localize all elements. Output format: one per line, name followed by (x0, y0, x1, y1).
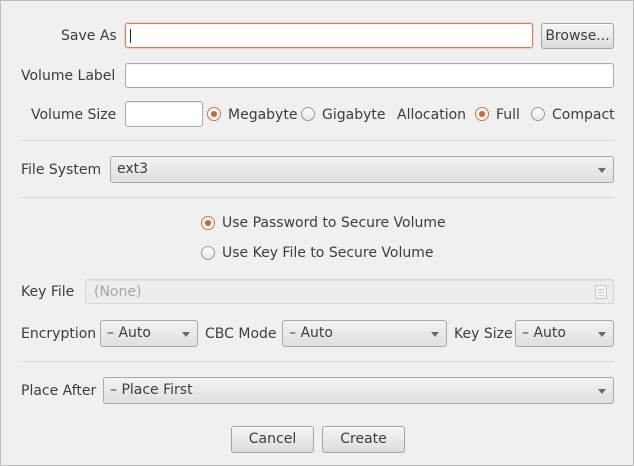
encryption-label: Encryption (21, 326, 97, 342)
megabyte-radio[interactable] (207, 107, 221, 121)
browse-button[interactable]: Browse... (541, 23, 614, 49)
allocation-label: Allocation (397, 107, 467, 123)
create-volume-dialog: Save As Browse... Volume Label Volume Si… (0, 0, 634, 466)
chevron-down-icon (598, 332, 606, 337)
cancel-button[interactable]: Cancel (231, 426, 314, 453)
key-file-label: Key File (21, 284, 75, 300)
encryption-select[interactable]: – Auto (100, 320, 198, 347)
cbc-mode-select[interactable]: – Auto (282, 320, 447, 347)
file-system-select[interactable]: ext3 (110, 156, 614, 183)
key-file-placeholder: (None) (94, 284, 142, 300)
text-caret (130, 29, 131, 43)
key-size-label: Key Size (454, 326, 513, 342)
key-file-input: (None) (85, 279, 614, 304)
chevron-down-icon (182, 332, 190, 337)
key-size-value: – Auto (522, 325, 566, 341)
use-password-radio[interactable] (201, 216, 215, 230)
gigabyte-label[interactable]: Gigabyte (322, 106, 385, 124)
chevron-down-icon (598, 168, 606, 173)
use-key-file-radio[interactable] (201, 246, 215, 260)
cbc-mode-value: – Auto (289, 325, 333, 341)
key-size-select[interactable]: – Auto (515, 320, 614, 347)
separator (21, 197, 614, 198)
volume-size-input[interactable] (125, 101, 203, 127)
full-allocation-label[interactable]: Full (496, 106, 520, 124)
place-after-value: – Place First (110, 382, 193, 398)
create-button[interactable]: Create (322, 426, 405, 453)
volume-size-label: Volume Size (31, 107, 117, 123)
compact-allocation-label[interactable]: Compact (552, 106, 615, 124)
gigabyte-radio[interactable] (301, 107, 315, 121)
file-icon (595, 285, 607, 299)
place-after-select[interactable]: – Place First (103, 377, 614, 404)
full-allocation-radio[interactable] (475, 107, 489, 121)
volume-label-input[interactable] (125, 63, 614, 88)
use-password-label[interactable]: Use Password to Secure Volume (222, 214, 446, 232)
encryption-value: – Auto (107, 325, 151, 341)
cbc-mode-label: CBC Mode (205, 326, 277, 342)
megabyte-label[interactable]: Megabyte (228, 106, 297, 124)
separator (21, 140, 614, 141)
volume-label-label: Volume Label (21, 68, 116, 84)
file-system-value: ext3 (117, 161, 149, 177)
place-after-label: Place After (21, 383, 97, 399)
separator (21, 361, 614, 362)
save-as-label: Save As (61, 28, 117, 44)
chevron-down-icon (431, 332, 439, 337)
chevron-down-icon (598, 389, 606, 394)
compact-allocation-radio[interactable] (531, 107, 545, 121)
save-as-input[interactable] (125, 23, 533, 48)
file-system-label: File System (21, 162, 102, 178)
use-key-file-label[interactable]: Use Key File to Secure Volume (222, 244, 433, 262)
